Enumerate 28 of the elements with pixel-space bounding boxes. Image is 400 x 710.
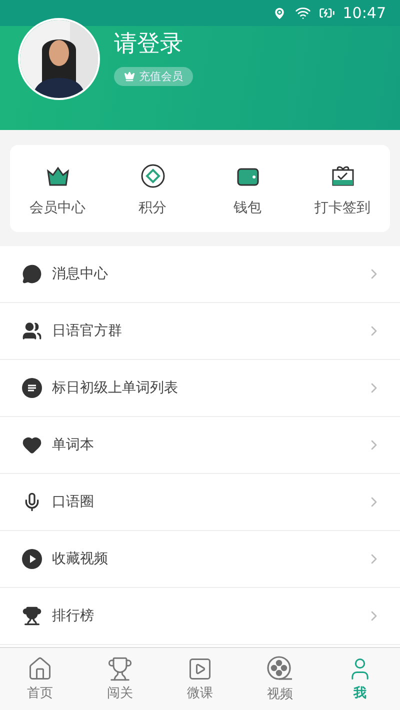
tab[interactable]: 视频 bbox=[240, 648, 320, 710]
tab-label: 我 bbox=[354, 685, 366, 702]
menu-label: 单词本 bbox=[52, 436, 95, 454]
shortcut-label[interactable]: 会员中心 bbox=[30, 198, 86, 216]
clock-time: 10:47 bbox=[342, 4, 386, 22]
menu-item[interactable]: 排行榜 bbox=[0, 588, 400, 645]
menu-item[interactable]: 收藏视频 bbox=[0, 531, 400, 588]
tab[interactable]: 首页 bbox=[0, 648, 80, 710]
shortcut-label[interactable]: 积分 bbox=[138, 198, 166, 216]
tab[interactable]: 微课 bbox=[160, 648, 240, 710]
tab-label: 首页 bbox=[27, 685, 53, 702]
menu-label: 消息中心 bbox=[52, 265, 109, 283]
menu-label: 口语圈 bbox=[52, 493, 95, 511]
menu-item[interactable]: 口语圈 bbox=[0, 474, 400, 531]
shortcut-label[interactable]: 钱包 bbox=[234, 198, 262, 216]
menu-label: 日语官方群 bbox=[52, 322, 123, 340]
tab-label: 微课 bbox=[187, 685, 213, 702]
tab-label: 闯关 bbox=[107, 685, 133, 702]
menu-label: 标日初级上单词列表 bbox=[52, 379, 179, 397]
menu-label: 收藏视频 bbox=[52, 550, 109, 568]
shortcut-label[interactable]: 打卡签到 bbox=[314, 198, 370, 216]
menu-item[interactable]: 消息中心 bbox=[0, 246, 400, 303]
tab[interactable]: 闯关 bbox=[80, 648, 160, 710]
tab-label: 视频 bbox=[267, 686, 293, 703]
menu-item[interactable]: 日语官方群 bbox=[0, 303, 400, 360]
menu-item[interactable]: 标日初级上单词列表 bbox=[0, 360, 400, 417]
menu-label: 排行榜 bbox=[52, 607, 95, 625]
menu-item[interactable]: 单词本 bbox=[0, 417, 400, 474]
